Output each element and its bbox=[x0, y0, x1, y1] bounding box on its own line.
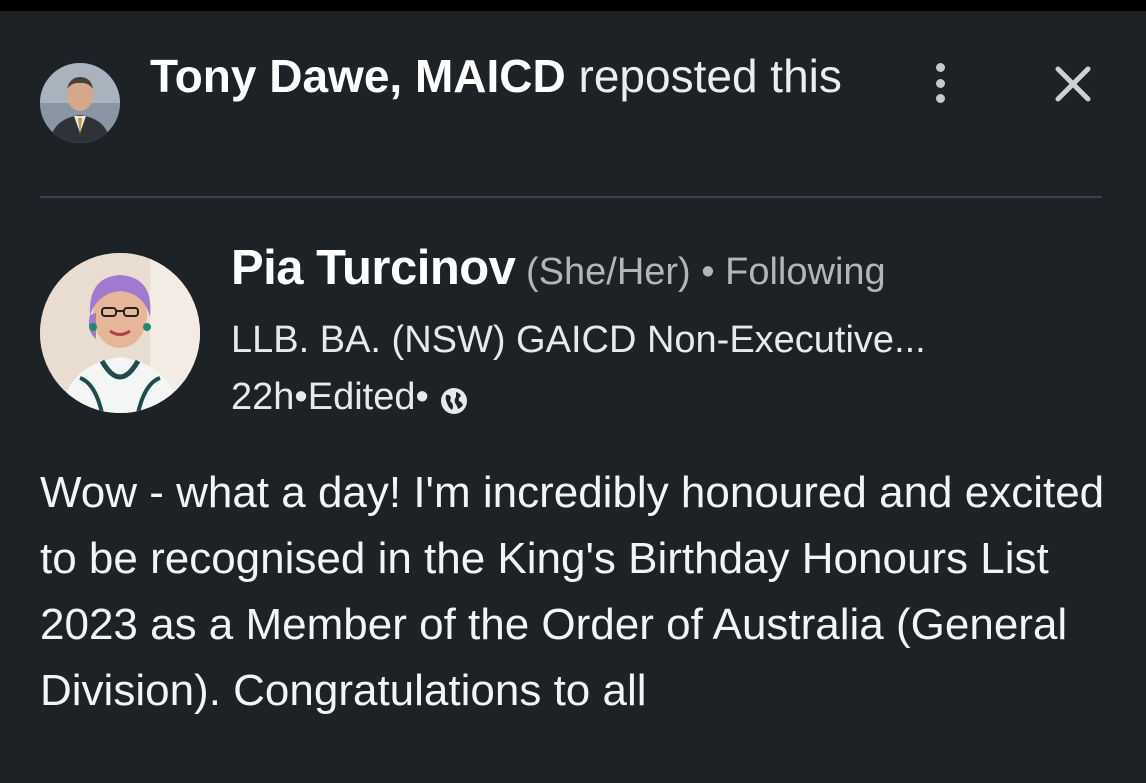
author-pronouns: (She/Her) bbox=[515, 251, 691, 293]
repost-caption: Tony Dawe, MAICD reposted this bbox=[150, 47, 850, 105]
post-timestamp-line: 22h • Edited • bbox=[231, 376, 469, 419]
author-headline: LLB. BA. (NSW) GAICD Non-Executive... bbox=[231, 319, 926, 361]
post-time: 22h bbox=[231, 376, 295, 418]
repost-header: Tony Dawe, MAICD reposted this bbox=[0, 11, 1146, 196]
follow-status: Following bbox=[725, 251, 886, 293]
separator-dot: • bbox=[690, 251, 726, 293]
more-dot bbox=[935, 94, 945, 103]
divider bbox=[40, 196, 1102, 198]
more-options-button[interactable] bbox=[918, 55, 962, 111]
edited-label: Edited bbox=[307, 376, 416, 418]
repost-action-text: reposted this bbox=[565, 50, 842, 102]
more-dot bbox=[935, 78, 945, 88]
reposter-avatar[interactable] bbox=[40, 63, 120, 143]
author-avatar[interactable] bbox=[40, 253, 200, 413]
globe-icon bbox=[440, 387, 467, 414]
post-text: Wow - what a day! I'm incredibly honoure… bbox=[40, 468, 1105, 715]
author-name-line: Pia Turcinov (She/Her) • Following bbox=[231, 240, 1131, 296]
separator-dot: • bbox=[415, 376, 429, 418]
status-bar bbox=[0, 0, 1146, 11]
close-button[interactable] bbox=[1050, 61, 1096, 107]
more-vertical-icon bbox=[935, 63, 945, 72]
separator-dot: • bbox=[294, 376, 308, 418]
reposter-name[interactable]: Tony Dawe, MAICD bbox=[150, 50, 566, 102]
author-name[interactable]: Pia Turcinov bbox=[231, 241, 516, 295]
close-icon bbox=[1055, 66, 1091, 102]
